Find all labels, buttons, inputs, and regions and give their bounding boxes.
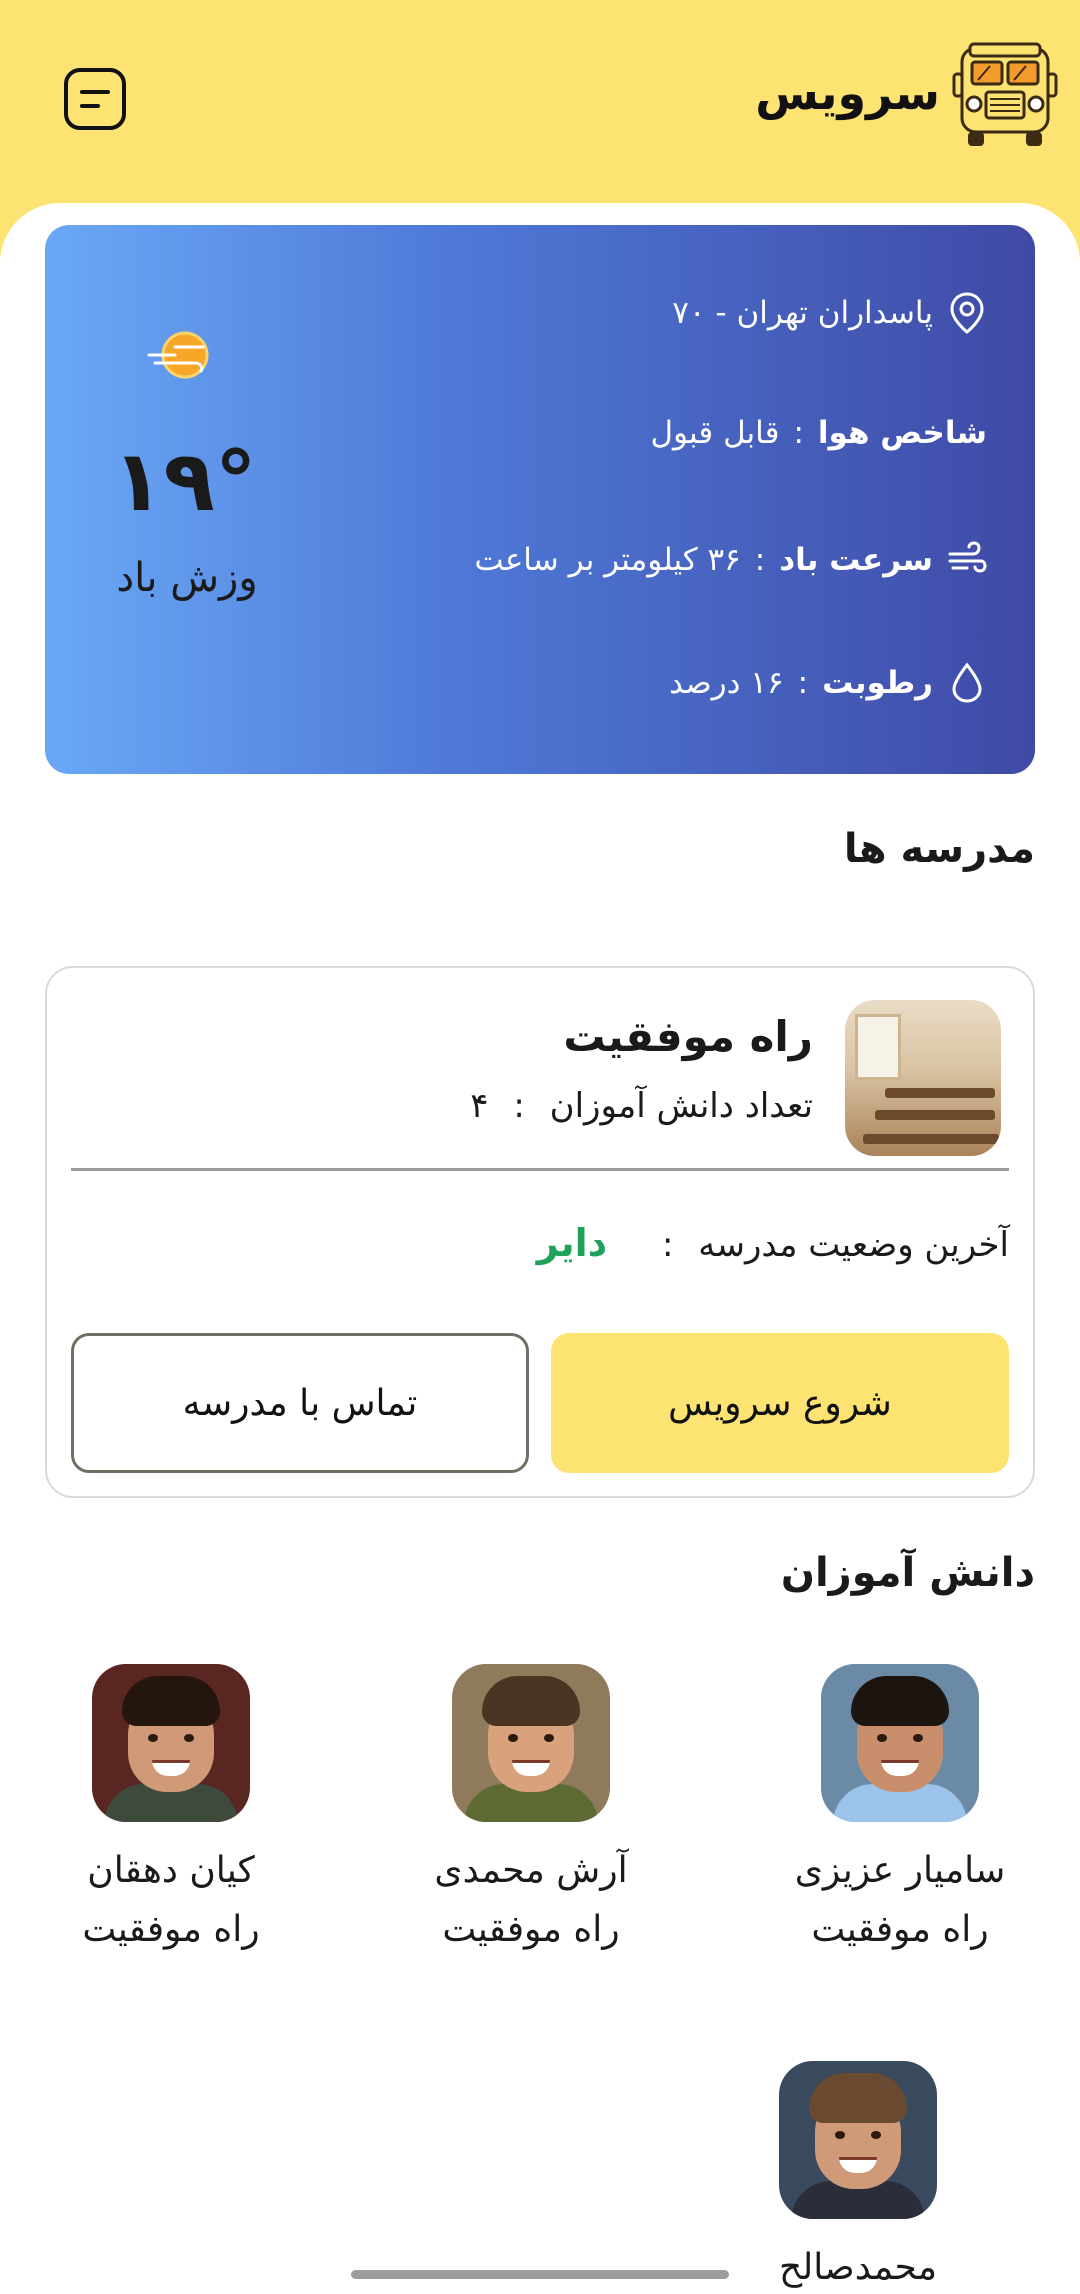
- colon: :: [513, 1086, 525, 1126]
- student-name: آرش محمدی: [434, 1850, 628, 1891]
- colon: :: [793, 415, 804, 451]
- school-card[interactable]: راه موفقیت تعداد دانش آموزان : ۴ آخرین و…: [45, 966, 1035, 1498]
- student-count: تعداد دانش آموزان : ۴: [470, 1086, 813, 1126]
- wind-icon: [948, 541, 987, 573]
- humidity-row: رطوبت : ۱۶ درصد: [669, 661, 987, 705]
- status-label: آخرین وضعیت مدرسه: [698, 1225, 1009, 1265]
- wind-value: ۳۶ کیلومتر بر ساعت: [474, 542, 741, 578]
- student-item[interactable]: سامیار عزیزی راه موفقیت: [770, 1664, 1030, 1950]
- contact-school-button[interactable]: تماس با مدرسه: [71, 1333, 529, 1473]
- student-name: کیان دهقان: [87, 1850, 255, 1891]
- wind-label: سرعت باد: [779, 542, 933, 578]
- colon: :: [797, 665, 809, 701]
- air-quality-value: قابل قبول: [650, 415, 780, 451]
- location-text: پاسداران تهران - ۷۰: [672, 295, 933, 331]
- student-item[interactable]: آرش محمدی راه موفقیت: [401, 1664, 661, 1950]
- student-school: راه موفقیت: [811, 1909, 989, 1950]
- student-school: راه موفقیت: [82, 1909, 260, 1950]
- divider: [71, 1168, 1009, 1171]
- student-item[interactable]: کیان دهقان راه موفقیت: [41, 1664, 301, 1950]
- status-value: دایر: [536, 1221, 608, 1265]
- windy-sun-icon: [147, 331, 209, 379]
- student-count-value: ۴: [470, 1086, 489, 1126]
- app-title: سرویس: [755, 66, 940, 120]
- school-status: آخرین وضعیت مدرسه : دایر: [537, 1221, 1009, 1265]
- avatar: [92, 1664, 250, 1822]
- student-count-label: تعداد دانش آموزان: [549, 1086, 813, 1126]
- location-pin-icon: [950, 292, 984, 334]
- air-quality-label: شاخص هوا: [817, 415, 987, 451]
- student-school: راه موفقیت: [442, 1909, 620, 1950]
- colon: :: [754, 542, 766, 578]
- student-name: محمدصالح صمدی: [779, 2247, 937, 2294]
- humidity-label: رطوبت: [822, 665, 933, 701]
- student-name: سامیار عزیزی: [794, 1850, 1006, 1891]
- weather-condition: وزش باد: [116, 555, 258, 601]
- home-indicator[interactable]: [351, 2270, 729, 2279]
- start-service-button[interactable]: شروع سرویس: [551, 1333, 1009, 1473]
- water-drop-icon: [952, 662, 982, 703]
- students-section-title: دانش آموزان: [780, 1550, 1035, 1596]
- menu-icon[interactable]: [64, 68, 126, 130]
- avatar: [779, 2061, 937, 2219]
- classroom-image: [845, 1000, 1001, 1156]
- temperature-value: ۱۹°: [112, 432, 257, 530]
- avatar: [821, 1664, 979, 1822]
- schools-section-title: مدرسه ها: [843, 826, 1035, 872]
- school-name: راه موفقیت: [563, 1012, 813, 1061]
- colon: :: [662, 1225, 674, 1265]
- wind-row: سرعت باد : ۳۶ کیلومتر بر ساعت: [474, 538, 987, 582]
- humidity-value: ۱۶ درصد: [669, 665, 784, 701]
- student-item[interactable]: محمدصالح صمدی: [728, 2061, 988, 2294]
- air-quality-row: شاخص هوا : قابل قبول: [651, 415, 988, 451]
- avatar: [452, 1664, 610, 1822]
- location-row: پاسداران تهران - ۷۰: [672, 291, 987, 335]
- school-bus-icon: [952, 42, 1058, 146]
